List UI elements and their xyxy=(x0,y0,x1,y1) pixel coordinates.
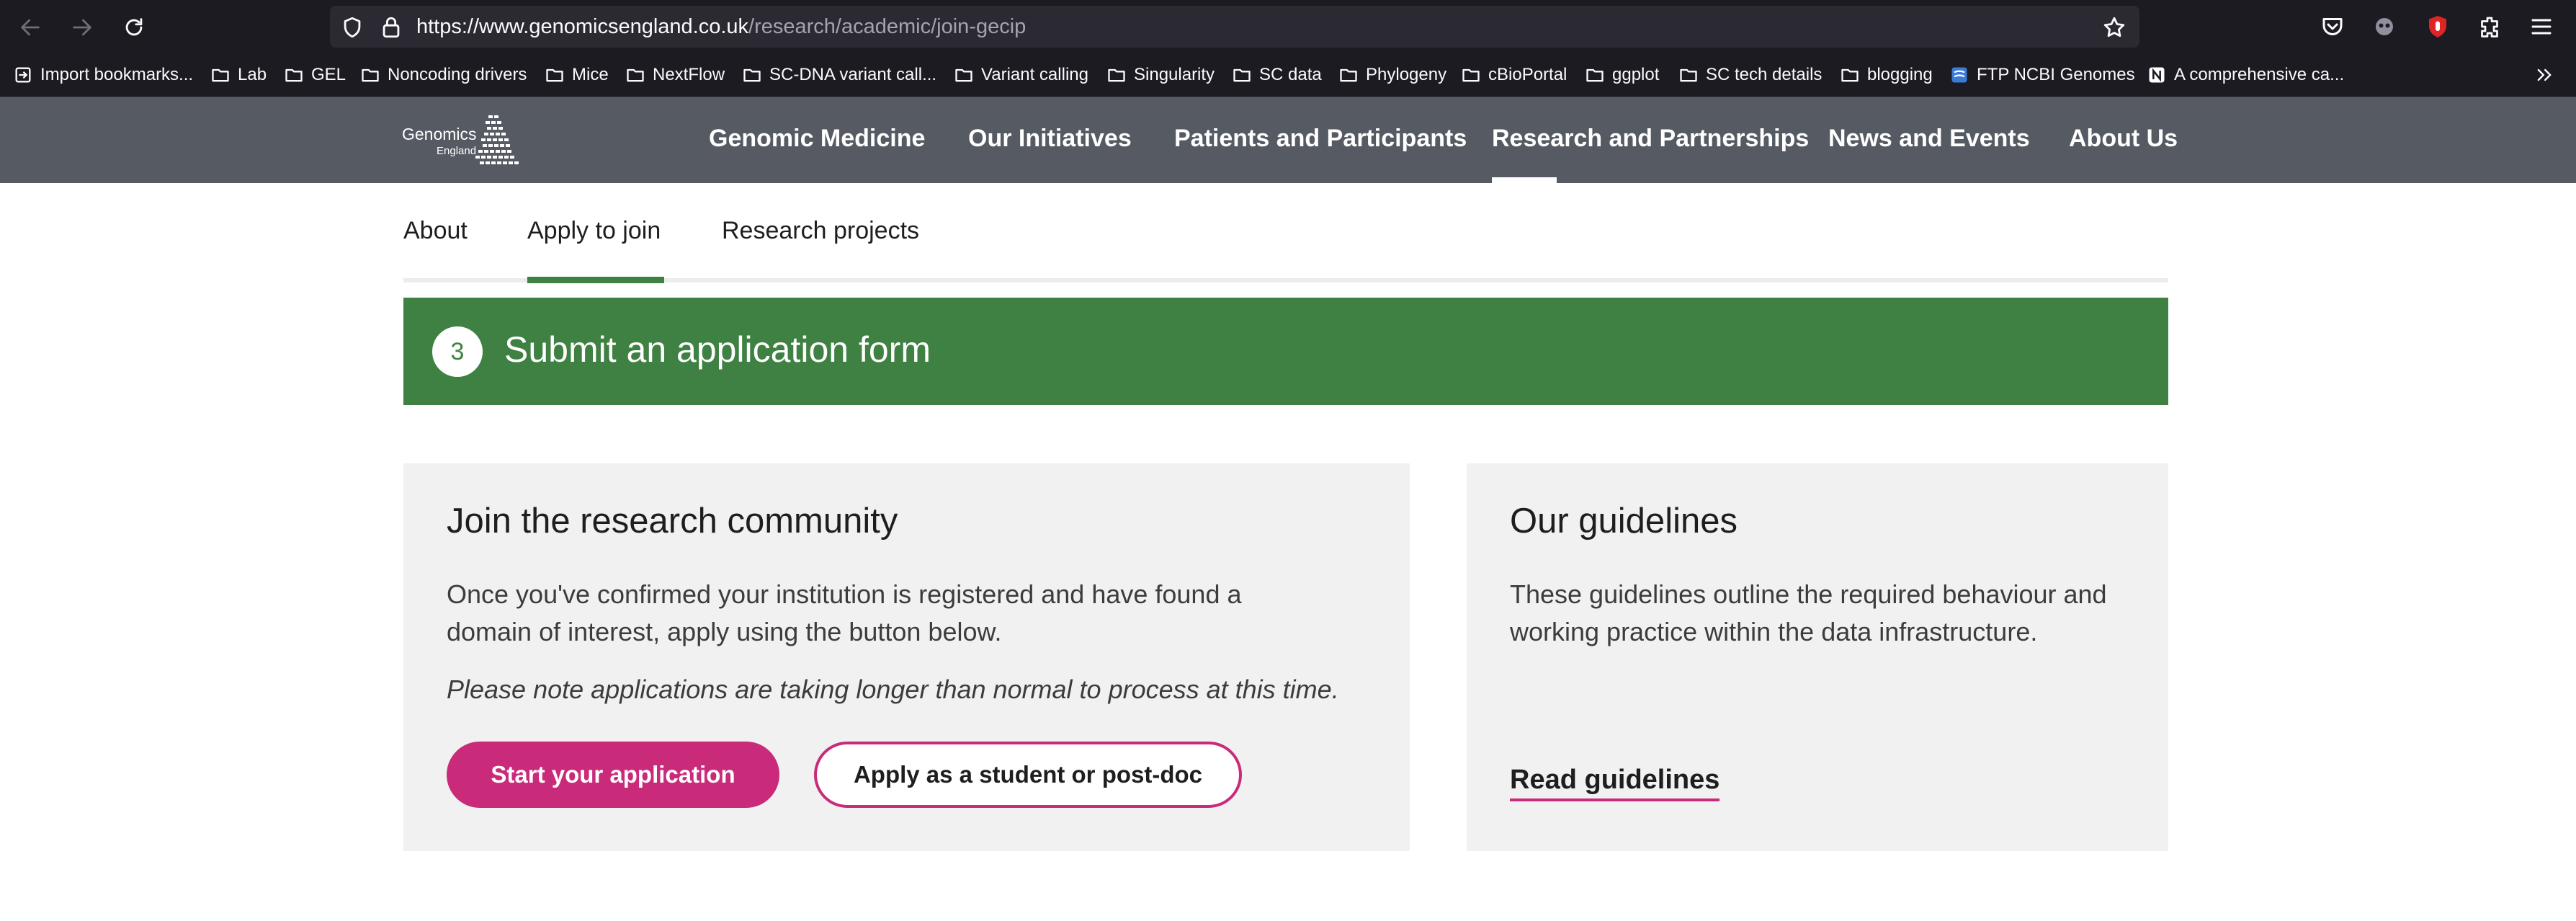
guidelines-card-body: These guidelines outline the required be… xyxy=(1510,579,2107,646)
bookmark-folder[interactable]: cBioPortal xyxy=(1461,53,1567,97)
bookmarks-overflow-button[interactable] xyxy=(2534,53,2562,97)
join-card-note: Please note applications are taking long… xyxy=(447,675,1339,704)
shield-icon[interactable] xyxy=(340,15,365,40)
guidelines-card: Our guidelines These guidelines outline … xyxy=(1467,463,2168,851)
step-banner: 3 Submit an application form xyxy=(403,298,2168,405)
folder-icon xyxy=(212,68,229,82)
start-application-button[interactable]: Start your application xyxy=(447,742,779,808)
folder-icon xyxy=(955,68,972,82)
folder-icon xyxy=(1586,68,1604,82)
pocket-button[interactable] xyxy=(2318,12,2347,41)
import-icon xyxy=(15,67,31,83)
folder-icon xyxy=(1233,68,1251,82)
star-icon[interactable] xyxy=(2102,15,2126,40)
lock-icon[interactable] xyxy=(379,15,403,40)
svg-text:Genomics: Genomics xyxy=(402,125,477,143)
bookmark-folder[interactable]: blogging xyxy=(1840,53,1933,97)
extension-icon xyxy=(2376,18,2393,35)
folder-icon xyxy=(546,68,563,82)
url-bar[interactable]: https://www.genomicsengland.co.uk/resear… xyxy=(330,6,2139,48)
nav-active-indicator xyxy=(1492,177,1557,183)
reload-button[interactable] xyxy=(115,10,153,45)
nav-our-initiatives[interactable]: Our Initiatives xyxy=(968,97,1132,183)
join-community-card: Join the research community Once you've … xyxy=(403,463,1410,851)
nav-news-and-events[interactable]: News and Events xyxy=(1828,97,2030,183)
subnav-about[interactable]: About xyxy=(403,202,468,259)
notion-icon xyxy=(2149,67,2165,83)
nav-patients-and-participants[interactable]: Patients and Participants xyxy=(1174,97,1467,183)
bookmark-folder[interactable]: SC data xyxy=(1232,53,1322,97)
nav-about-us[interactable]: About Us xyxy=(2069,97,2178,183)
pocket-icon xyxy=(2322,18,2343,35)
apply-student-postdoc-button[interactable]: Apply as a student or post-doc xyxy=(814,742,1242,808)
bookmark-folder[interactable]: Singularity xyxy=(1106,53,1215,97)
folder-icon xyxy=(1680,68,1697,82)
bookmark-item[interactable]: FTP NCBI Genomes xyxy=(1949,53,2135,97)
bookmark-folder[interactable]: NextFlow xyxy=(625,53,725,97)
bookmark-item[interactable]: A comprehensive ca... xyxy=(2147,53,2344,97)
browser-toolbar: https://www.genomicsengland.co.uk/resear… xyxy=(0,0,2576,53)
bookmark-folder[interactable]: ggplot xyxy=(1585,53,1659,97)
bookmark-item[interactable]: Import bookmarks... xyxy=(13,53,193,97)
bookmark-folder[interactable]: Mice xyxy=(545,53,609,97)
bookmark-folder[interactable]: GEL xyxy=(284,53,346,97)
puzzle-icon xyxy=(2481,17,2498,37)
bookmark-folder[interactable]: SC-DNA variant call... xyxy=(742,53,936,97)
nav-genomic-medicine[interactable]: Genomic Medicine xyxy=(709,97,925,183)
genomics-england-logo[interactable]: Genomics England xyxy=(401,110,523,170)
nav-research-and-partnerships[interactable]: Research and Partnerships xyxy=(1492,97,1809,183)
step-number-badge: 3 xyxy=(432,326,483,377)
ublock-icon xyxy=(2429,16,2446,37)
subnav-research-projects[interactable]: Research projects xyxy=(722,202,919,259)
subnav-apply-to-join[interactable]: Apply to join xyxy=(527,202,661,259)
menu-icon xyxy=(2531,19,2552,35)
folder-icon xyxy=(285,68,303,82)
menu-button[interactable] xyxy=(2527,12,2556,41)
bookmark-folder[interactable]: Noncoding drivers xyxy=(360,53,527,97)
logo-mark-icon: Genomics England xyxy=(402,115,519,164)
svg-text:England: England xyxy=(437,145,476,157)
folder-icon xyxy=(627,68,644,82)
folder-icon xyxy=(1108,68,1125,82)
folder-icon xyxy=(1462,68,1480,82)
ublock-button[interactable] xyxy=(2423,12,2452,41)
puzzle-button[interactable] xyxy=(2475,12,2504,41)
forward-button[interactable] xyxy=(63,10,101,45)
url-text[interactable]: https://www.genomicsengland.co.uk/resear… xyxy=(416,6,1026,48)
bookmark-folder[interactable]: Variant calling xyxy=(954,53,1088,97)
site-header: Genomics England Genomic Medicine Our In… xyxy=(0,97,2576,183)
read-guidelines-link[interactable]: Read guidelines xyxy=(1510,765,1720,801)
guidelines-card-title: Our guidelines xyxy=(1510,502,1738,540)
folder-icon xyxy=(1841,68,1859,82)
subnav-divider xyxy=(403,278,2168,282)
step-title: Submit an application form xyxy=(504,329,931,370)
folder-icon xyxy=(1340,68,1357,82)
extension-button[interactable] xyxy=(2370,12,2399,41)
bookmark-folder[interactable]: Lab xyxy=(210,53,267,97)
bookmark-folder[interactable]: SC tech details xyxy=(1678,53,1822,97)
reload-icon xyxy=(125,18,143,36)
ncbi-icon xyxy=(1951,67,1967,83)
chevron-double-right-icon xyxy=(2537,68,2552,81)
bookmarks-bar: Import bookmarks... Lab GEL Noncoding dr… xyxy=(0,53,2576,97)
forward-icon xyxy=(73,19,91,36)
folder-icon xyxy=(743,68,761,82)
folder-icon xyxy=(362,68,379,82)
bookmark-folder[interactable]: Phylogeny xyxy=(1338,53,1446,97)
back-icon xyxy=(21,19,40,36)
join-card-title: Join the research community xyxy=(447,502,898,540)
subnav-active-indicator xyxy=(527,277,664,283)
back-button[interactable] xyxy=(12,10,49,45)
join-card-body: Once you've confirmed your institution i… xyxy=(447,579,1242,646)
